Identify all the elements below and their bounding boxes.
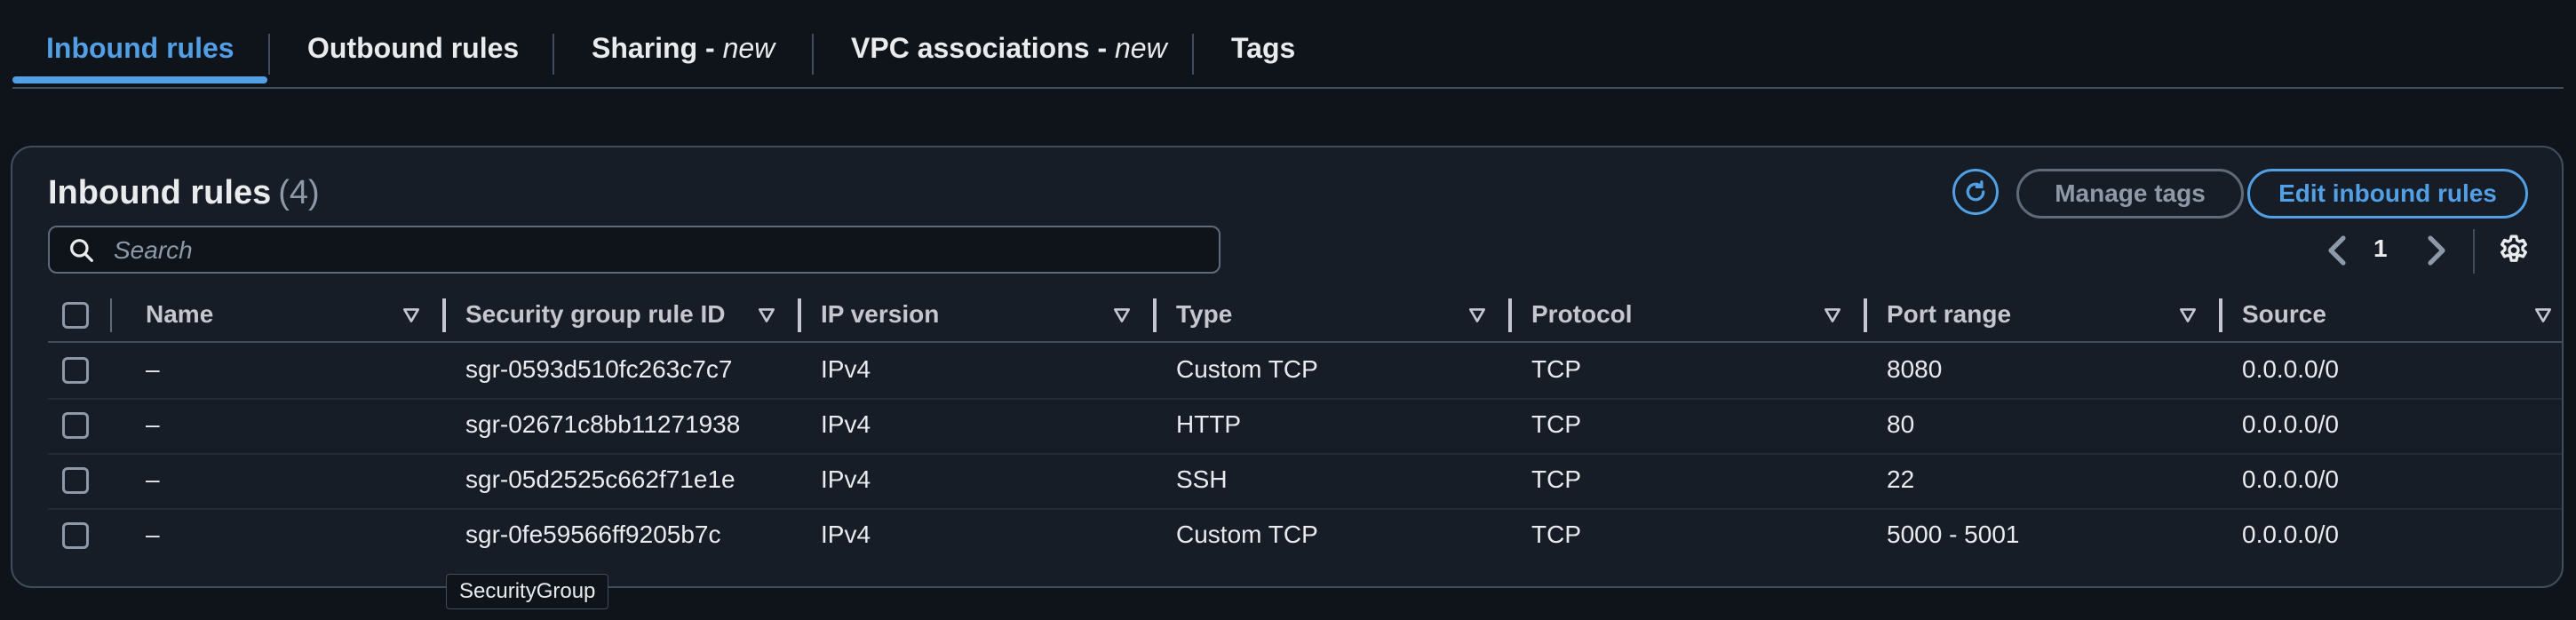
cell-protocol: TCP bbox=[1531, 521, 1581, 548]
tab-outbound-rules[interactable]: Outbound rules bbox=[307, 32, 519, 65]
row-checkbox[interactable] bbox=[62, 357, 89, 384]
row-checkbox[interactable] bbox=[62, 467, 89, 494]
tab-bar: Inbound rules Outbound rules Sharing - n… bbox=[12, 0, 2564, 89]
sort-icon[interactable] bbox=[757, 306, 776, 325]
column-resizer[interactable] bbox=[798, 298, 801, 332]
cell-protocol: TCP bbox=[1531, 355, 1581, 383]
gear-icon[interactable] bbox=[2496, 233, 2532, 268]
cell-rule-id: sgr-0593d510fc263c7c7 bbox=[465, 355, 733, 383]
cell-source: 0.0.0.0/0 bbox=[2242, 410, 2339, 438]
table-row[interactable]: – sgr-05d2525c662f71e1e IPv4 SSH TCP 22 … bbox=[48, 453, 2562, 510]
row-checkbox[interactable] bbox=[62, 522, 89, 549]
cell-ip-version: IPv4 bbox=[821, 355, 871, 383]
tab-inbound-rules[interactable]: Inbound rules bbox=[46, 32, 235, 65]
column-divider bbox=[110, 298, 112, 332]
current-page[interactable]: 1 bbox=[2373, 234, 2388, 263]
search-input[interactable] bbox=[112, 234, 1181, 266]
cell-rule-id: sgr-0fe59566ff9205b7c bbox=[465, 521, 721, 548]
sort-icon[interactable] bbox=[2178, 306, 2198, 325]
tab-new-badge: new bbox=[722, 32, 775, 64]
cell-name: – bbox=[146, 465, 160, 493]
tab-divider bbox=[268, 34, 270, 75]
tab-new-badge: new bbox=[1114, 32, 1167, 64]
panel-title: Inbound rules (4) bbox=[48, 174, 320, 211]
edit-inbound-rules-button[interactable]: Edit inbound rules bbox=[2247, 169, 2528, 219]
sort-icon[interactable] bbox=[2533, 306, 2553, 325]
chevron-right-icon[interactable] bbox=[2421, 233, 2450, 268]
table-row[interactable]: – sgr-0fe59566ff9205b7c IPv4 Custom TCP … bbox=[48, 508, 2562, 563]
cell-source: 0.0.0.0/0 bbox=[2242, 465, 2339, 493]
refresh-icon bbox=[1966, 180, 1985, 202]
cell-ip-version: IPv4 bbox=[821, 521, 871, 548]
cell-name: – bbox=[146, 521, 160, 548]
tab-tags[interactable]: Tags bbox=[1231, 32, 1295, 65]
cell-type: Custom TCP bbox=[1176, 355, 1318, 383]
select-all-checkbox[interactable] bbox=[62, 302, 89, 329]
table-row[interactable]: – sgr-0593d510fc263c7c7 IPv4 Custom TCP … bbox=[48, 343, 2562, 400]
column-resizer[interactable] bbox=[1153, 298, 1157, 332]
tooltip: SecurityGroup bbox=[446, 574, 609, 609]
cell-protocol: TCP bbox=[1531, 410, 1581, 438]
sort-icon[interactable] bbox=[402, 306, 421, 325]
sort-icon[interactable] bbox=[1467, 306, 1487, 325]
search-field[interactable] bbox=[48, 226, 1220, 274]
table-row[interactable]: – sgr-02671c8bb11271938 IPv4 HTTP TCP 80… bbox=[48, 398, 2562, 455]
manage-tags-button[interactable]: Manage tags bbox=[2016, 169, 2244, 219]
tab-divider bbox=[1192, 34, 1194, 75]
sort-icon[interactable] bbox=[1823, 306, 1842, 325]
refresh-button[interactable] bbox=[1952, 169, 1999, 215]
cell-rule-id: sgr-02671c8bb11271938 bbox=[465, 410, 741, 438]
search-icon bbox=[70, 239, 93, 262]
tab-divider bbox=[812, 34, 814, 75]
cell-ip-version: IPv4 bbox=[821, 410, 871, 438]
cell-port-range: 80 bbox=[1887, 410, 1915, 438]
cell-name: – bbox=[146, 410, 160, 438]
cell-port-range: 8080 bbox=[1887, 355, 1943, 383]
cell-source: 0.0.0.0/0 bbox=[2242, 355, 2339, 383]
column-resizer[interactable] bbox=[1864, 298, 1867, 332]
table-header: Name Security group rule ID IP version T… bbox=[48, 288, 2562, 343]
tab-vpc-associations[interactable]: VPC associations - new bbox=[851, 32, 1167, 65]
inbound-rules-panel: Inbound rules (4) Manage tags Edit inboun… bbox=[11, 146, 2564, 588]
column-resizer[interactable] bbox=[2219, 298, 2222, 332]
row-checkbox[interactable] bbox=[62, 412, 89, 439]
sort-icon[interactable] bbox=[1112, 306, 1132, 325]
cell-type: SSH bbox=[1176, 465, 1228, 493]
cell-port-range: 5000 - 5001 bbox=[1887, 521, 2020, 548]
cell-source: 0.0.0.0/0 bbox=[2242, 521, 2339, 548]
cell-ip-version: IPv4 bbox=[821, 465, 871, 493]
cell-port-range: 22 bbox=[1887, 465, 1915, 493]
cell-type: Custom TCP bbox=[1176, 521, 1318, 548]
chevron-left-icon[interactable] bbox=[2324, 233, 2352, 268]
pager-divider bbox=[2473, 229, 2475, 274]
tab-divider bbox=[553, 34, 554, 75]
cell-protocol: TCP bbox=[1531, 465, 1581, 493]
cell-rule-id: sgr-05d2525c662f71e1e bbox=[465, 465, 735, 493]
tab-sharing[interactable]: Sharing - new bbox=[592, 32, 775, 65]
rule-count: (4) bbox=[278, 174, 320, 211]
cell-name: – bbox=[146, 355, 160, 383]
active-tab-indicator bbox=[12, 76, 267, 83]
column-resizer[interactable] bbox=[1508, 298, 1512, 332]
cell-type: HTTP bbox=[1176, 410, 1242, 438]
column-resizer[interactable] bbox=[442, 298, 446, 332]
